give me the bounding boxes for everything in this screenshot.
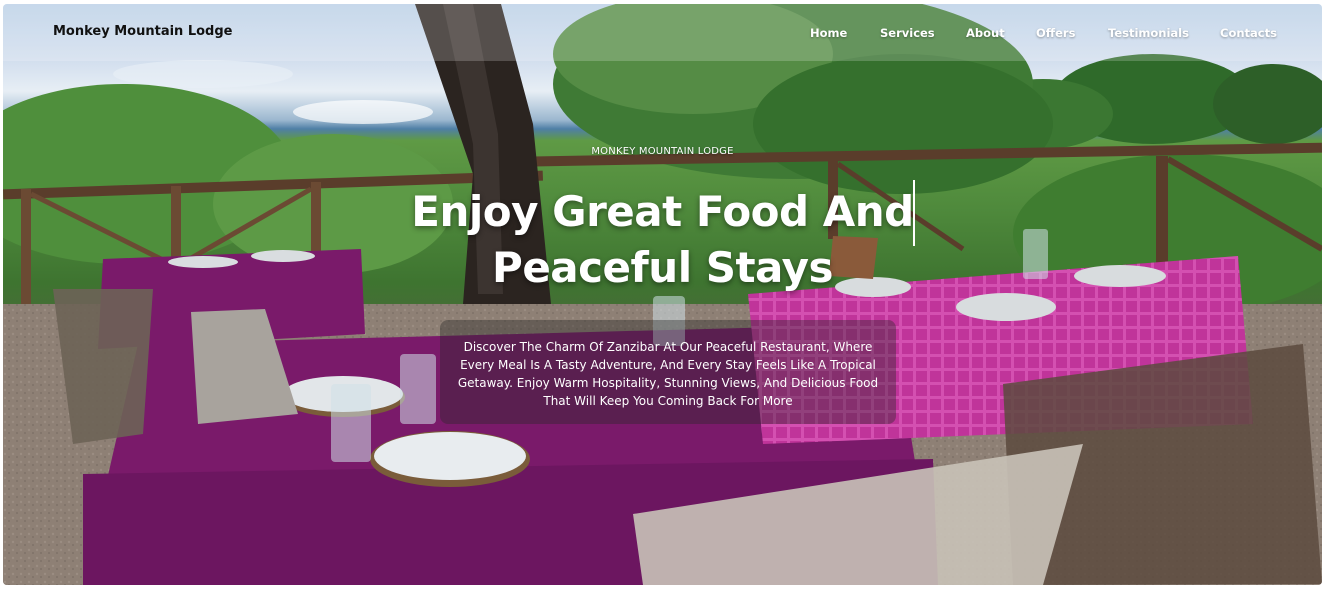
nav-services-link[interactable]: Services <box>880 26 935 40</box>
main-nav: Home Services About Offers Testimonials … <box>3 26 1322 42</box>
nav-about-link[interactable]: About <box>966 26 1005 40</box>
top-navbar: Monkey Mountain Lodge Home Services Abou… <box>3 4 1322 61</box>
nav-testimonials-link[interactable]: Testimonials <box>1108 26 1189 40</box>
hero-headline-line-2: Peaceful Stays <box>492 243 833 292</box>
hero-headline: Enjoy Great Food And Peaceful Stays <box>3 184 1322 296</box>
nav-contacts-link[interactable]: Contacts <box>1220 26 1277 40</box>
hero-kicker: MONKEY MOUNTAIN LODGE <box>591 146 734 157</box>
typing-caret <box>913 180 915 246</box>
nav-offers-link[interactable]: Offers <box>1036 26 1075 40</box>
nav-home-link[interactable]: Home <box>810 26 847 40</box>
hero-section: Monkey Mountain Lodge Home Services Abou… <box>3 4 1322 585</box>
hero-headline-line-1: Enjoy Great Food And <box>411 187 914 236</box>
hero-description: Discover The Charm Of Zanzibar At Our Pe… <box>440 320 896 424</box>
